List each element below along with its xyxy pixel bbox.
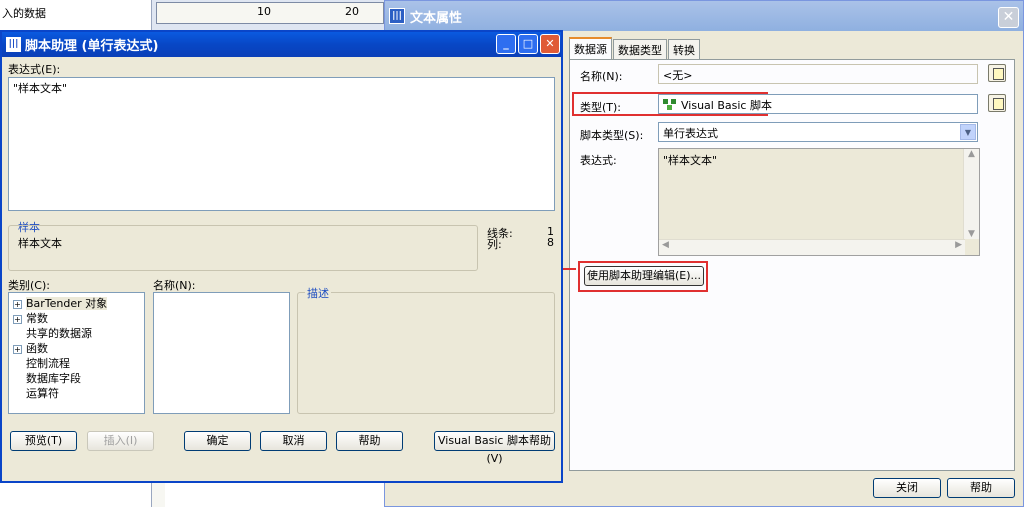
scroll-up-icon[interactable]: ▲ — [964, 149, 979, 159]
properties-title: 文本属性 — [410, 10, 463, 26]
horizontal-ruler: 10 20 — [156, 2, 384, 24]
help-button[interactable]: 帮助 — [947, 478, 1015, 498]
script-helper-window: ||| 脚本助理 (单行表达式) _ □ ✕ 表达式(E): "样本文本" 样本… — [0, 30, 563, 483]
expand-icon[interactable]: + — [13, 315, 22, 324]
name-label: 名称(N): — [580, 70, 623, 83]
maximize-icon[interactable]: □ — [518, 34, 538, 54]
description-group-title: 描述 — [305, 285, 331, 301]
cancel-button[interactable]: 取消 — [260, 431, 327, 451]
tab-data-type[interactable]: 数据类型 — [613, 39, 667, 59]
ruler-number: 20 — [345, 5, 359, 18]
name-edit-button[interactable] — [988, 64, 1006, 82]
name-field[interactable]: <无> — [658, 64, 978, 84]
expand-icon[interactable]: + — [13, 300, 22, 309]
data-source-page: 名称(N): <无> 类型(T): Visual Basic 脚本 脚本类型(S… — [569, 59, 1015, 471]
scroll-left-icon[interactable]: ◀ — [662, 240, 669, 250]
expression-display[interactable]: "样本文本" ▲ ▼ ◀ ▶ — [658, 148, 980, 256]
category-item-label: 运算符 — [26, 387, 59, 400]
category-item-label: 常数 — [26, 312, 48, 325]
properties-tabs: 数据源 数据类型 转换 — [569, 37, 701, 59]
name-label: 名称(N): — [153, 279, 196, 292]
scroll-right-icon[interactable]: ▶ — [955, 240, 962, 250]
properties-body: 数据源 数据类型 转换 名称(N): <无> 类型(T): Visual Bas… — [561, 33, 1023, 473]
sample-group — [8, 225, 478, 271]
expression-text: "样本文本" — [663, 154, 718, 167]
expression-editor[interactable]: "样本文本" — [8, 77, 555, 211]
use-script-helper-button[interactable]: 使用脚本助理编辑(E)... — [584, 266, 704, 286]
ruler-number: 10 — [257, 5, 271, 18]
sample-text: 样本文本 — [18, 237, 62, 250]
minimize-icon[interactable]: _ — [496, 34, 516, 54]
category-item[interactable]: 运算符 — [13, 385, 59, 401]
script-type-label: 脚本类型(S): — [580, 129, 644, 142]
expand-icon[interactable]: + — [13, 345, 22, 354]
help-button[interactable]: 帮助 — [336, 431, 403, 451]
type-field[interactable]: Visual Basic 脚本 — [658, 94, 978, 114]
helper-title-bar: ||| 脚本助理 (单行表达式) — [2, 32, 561, 57]
category-tree[interactable]: + BarTender 对象 + 常数 共享的数据源 + 函数 控制流程 数据库字段 … — [8, 292, 145, 414]
app-icon: ||| — [6, 37, 21, 52]
properties-title-bar: ||| 文本属性 — [385, 1, 1023, 31]
scroll-down-icon[interactable]: ▼ — [964, 229, 979, 239]
type-label: 类型(T): — [580, 101, 622, 114]
category-item-label: BarTender 对象 — [26, 297, 108, 310]
preview-button[interactable]: 预览(T) — [10, 431, 77, 451]
app-icon: ||| — [389, 8, 405, 24]
properties-close-icon[interactable]: ✕ — [998, 7, 1019, 28]
category-item[interactable]: + BarTender 对象 — [13, 295, 108, 311]
category-item-label: 控制流程 — [26, 357, 70, 370]
expression-label: 表达式(E): — [8, 63, 61, 76]
tab-data-source[interactable]: 数据源 — [569, 37, 612, 59]
horizontal-scrollbar[interactable]: ◀ ▶ — [659, 239, 965, 255]
expression-editor-text: "样本文本" — [13, 82, 68, 95]
ok-button[interactable]: 确定 — [184, 431, 251, 451]
script-type-value: 单行表达式 — [663, 127, 718, 140]
background-left-text: 入的数据 — [2, 7, 46, 20]
category-item[interactable]: + 常数 — [13, 310, 48, 326]
column-label: 列: — [487, 238, 502, 251]
category-label: 类别(C): — [8, 279, 50, 292]
vertical-scrollbar[interactable]: ▲ ▼ — [963, 149, 979, 239]
vb-help-button[interactable]: Visual Basic 脚本帮助(V) — [434, 431, 555, 465]
category-item[interactable]: + 函数 — [13, 340, 48, 356]
category-item-label: 共享的数据源 — [26, 327, 92, 340]
category-item-label: 数据库字段 — [26, 372, 81, 385]
name-list[interactable] — [153, 292, 290, 414]
script-type-select[interactable]: 单行表达式 ▼ — [658, 122, 978, 142]
tab-transform[interactable]: 转换 — [668, 39, 700, 59]
chevron-down-icon[interactable]: ▼ — [960, 124, 976, 140]
expression-label: 表达式: — [580, 154, 617, 167]
close-icon[interactable]: ✕ — [540, 34, 560, 54]
type-edit-button[interactable] — [988, 94, 1006, 112]
insert-button[interactable]: 插入(I) — [87, 431, 154, 451]
vb-script-icon — [663, 99, 677, 111]
category-item-label: 函数 — [26, 342, 48, 355]
close-button[interactable]: 关闭 — [873, 478, 941, 498]
helper-title: 脚本助理 (单行表达式) — [25, 39, 159, 54]
column-value: 8 — [547, 236, 554, 249]
category-item[interactable]: 控制流程 — [13, 355, 70, 371]
category-item[interactable]: 数据库字段 — [13, 370, 81, 386]
description-group — [297, 292, 555, 414]
category-item[interactable]: 共享的数据源 — [13, 325, 92, 341]
type-value: Visual Basic 脚本 — [681, 99, 772, 112]
